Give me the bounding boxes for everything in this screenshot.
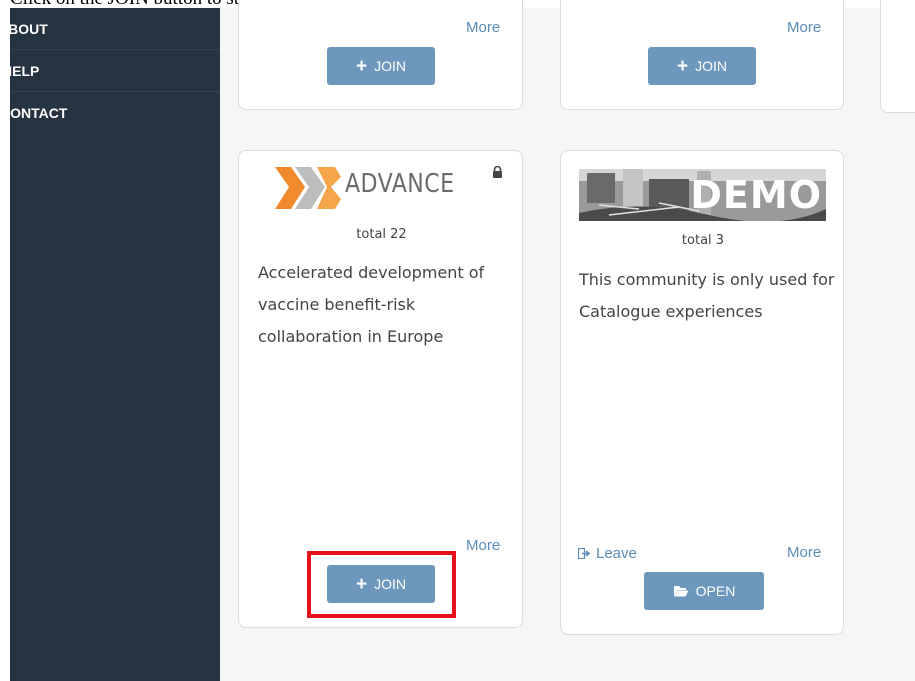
leave-label: Leave <box>596 545 637 562</box>
join-button-label: JOIN <box>695 58 727 74</box>
demo-banner-text: DEMO <box>690 173 822 217</box>
join-button[interactable]: + JOIN <box>327 47 435 85</box>
join-button[interactable]: + JOIN <box>648 47 756 85</box>
folder-open-icon <box>673 586 689 597</box>
open-button[interactable]: OPEN <box>644 572 764 610</box>
more-link[interactable]: More <box>787 544 821 561</box>
community-card-demo: DEMO total 3 This community is only used… <box>560 150 844 635</box>
member-total: total 22 <box>356 227 407 242</box>
community-card: More + JOIN <box>560 0 844 110</box>
join-button-label: JOIN <box>374 58 406 74</box>
lock-icon <box>492 165 503 178</box>
community-card <box>880 0 915 113</box>
sidebar: ABOUT HELP CONTACT <box>10 8 220 681</box>
leave-link[interactable]: Leave <box>578 545 637 562</box>
member-total: total 3 <box>681 233 725 248</box>
open-button-label: OPEN <box>695 583 736 599</box>
sidebar-item-label: HELP <box>10 63 40 79</box>
sidebar-item-label: CONTACT <box>10 105 68 121</box>
sidebar-item-label: ABOUT <box>10 21 48 37</box>
demo-banner: DEMO <box>579 169 826 221</box>
plus-icon: + <box>356 55 368 77</box>
more-link[interactable]: More <box>466 19 500 36</box>
more-link[interactable]: More <box>787 19 821 36</box>
community-description: Accelerated development of vaccine benef… <box>258 263 485 346</box>
more-link[interactable]: More <box>466 537 500 554</box>
sidebar-item-help[interactable]: HELP <box>10 50 220 92</box>
community-card: More + JOIN <box>238 0 523 110</box>
advance-logo-mark <box>275 167 341 209</box>
sign-out-icon <box>578 548 591 559</box>
plus-icon: + <box>677 55 689 77</box>
sidebar-item-contact[interactable]: CONTACT <box>10 92 220 134</box>
advance-logo-text: ADVANCE <box>345 169 455 199</box>
join-button-highlight <box>307 551 456 618</box>
advance-logo: ADVANCE <box>273 165 463 215</box>
community-description: This community is only used for Catalogu… <box>579 270 835 321</box>
sidebar-item-about[interactable]: ABOUT <box>10 8 220 50</box>
